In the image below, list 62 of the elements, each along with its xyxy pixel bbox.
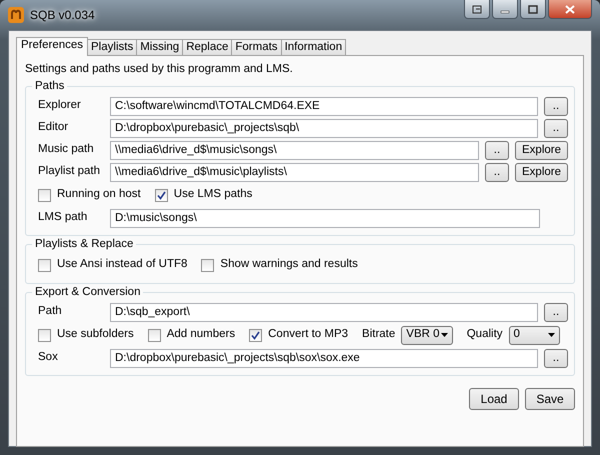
field-label: Sox xyxy=(38,350,59,366)
path-field[interactable]: D:\sqb_export\ xyxy=(110,302,538,322)
description-text: Settings and paths used by this programm and LMS. xyxy=(25,62,294,77)
checkbox-label: Convert to MP3 xyxy=(268,327,348,342)
browse-button[interactable]: .. xyxy=(544,96,568,116)
checkbox[interactable] xyxy=(249,328,262,342)
path-field[interactable]: D:\dropbox\purebasic\_projects\sqb\sox\sox.exe xyxy=(110,348,538,368)
explore-button[interactable]: Explore xyxy=(515,140,568,160)
explore-button[interactable]: Explore xyxy=(515,162,568,182)
checkbox[interactable] xyxy=(201,258,214,272)
select-label: Quality xyxy=(466,327,503,342)
group-title: Playlists & Replace xyxy=(32,237,136,251)
path-field[interactable]: D:\dropbox\purebasic\_projects\sqb\ xyxy=(110,118,538,138)
browse-button[interactable]: .. xyxy=(485,162,509,182)
maximize-icon xyxy=(528,4,538,14)
path-field[interactable]: D:\music\songs\ xyxy=(110,208,540,228)
field-label: Editor xyxy=(38,120,70,136)
checkbox-label: Running on host xyxy=(57,187,141,202)
caret-icon xyxy=(548,333,555,337)
browse-button[interactable]: .. xyxy=(544,302,568,322)
tab[interactable]: Information xyxy=(280,39,346,55)
path-field[interactable]: \\media6\drive_d$\music\playlists\ xyxy=(110,162,479,182)
footer-button[interactable]: Load xyxy=(469,388,519,410)
close-button[interactable] xyxy=(548,0,592,19)
field-label: Music path xyxy=(38,142,95,158)
minimize-button[interactable] xyxy=(492,0,518,19)
restore-window-button[interactable] xyxy=(464,0,490,19)
checkbox[interactable] xyxy=(38,258,51,272)
group-title: Export & Conversion xyxy=(32,285,144,299)
dropdown[interactable]: VBR 0 xyxy=(401,326,453,344)
checkbox-label: Add numbers xyxy=(166,327,236,342)
browse-button[interactable]: .. xyxy=(544,118,568,138)
caret-icon xyxy=(440,333,448,337)
field-label: Playlist path xyxy=(38,164,102,180)
close-icon xyxy=(565,4,575,14)
footer-button[interactable]: Save xyxy=(525,388,575,410)
tab[interactable]: Missing xyxy=(136,39,184,55)
maximize-button[interactable] xyxy=(520,0,546,19)
checkbox[interactable] xyxy=(38,328,51,342)
tab[interactable]: Preferences xyxy=(16,37,88,56)
checkbox[interactable] xyxy=(148,328,161,342)
tab[interactable]: Formats xyxy=(231,39,282,55)
field-label: Path xyxy=(38,304,63,320)
select-label: Bitrate xyxy=(362,327,396,342)
field-label: Explorer xyxy=(38,98,82,114)
tab[interactable]: Playlists xyxy=(87,39,138,55)
checkbox-label: Use LMS paths xyxy=(174,187,252,202)
window-title: SQB v0.034 xyxy=(30,7,95,24)
path-field[interactable]: \\media6\drive_d$\music\songs\ xyxy=(110,140,479,160)
path-field[interactable]: C:\software\wincmd\TOTALCMD64.EXE xyxy=(110,96,538,116)
field-label: LMS path xyxy=(38,210,88,226)
checkbox-label: Use Ansi instead of UTF8 xyxy=(57,257,188,272)
window-icon xyxy=(472,4,482,14)
checkbox-label: Use subfolders xyxy=(57,327,134,342)
checkbox-label: Show warnings and results xyxy=(220,257,358,272)
app-icon xyxy=(8,7,24,23)
checkbox[interactable] xyxy=(38,188,51,202)
tab[interactable]: Replace xyxy=(182,39,232,55)
dropdown[interactable]: 0 xyxy=(508,326,560,344)
checkbox[interactable] xyxy=(154,188,168,202)
browse-button[interactable]: .. xyxy=(485,140,509,160)
browse-button[interactable]: .. xyxy=(544,348,568,368)
